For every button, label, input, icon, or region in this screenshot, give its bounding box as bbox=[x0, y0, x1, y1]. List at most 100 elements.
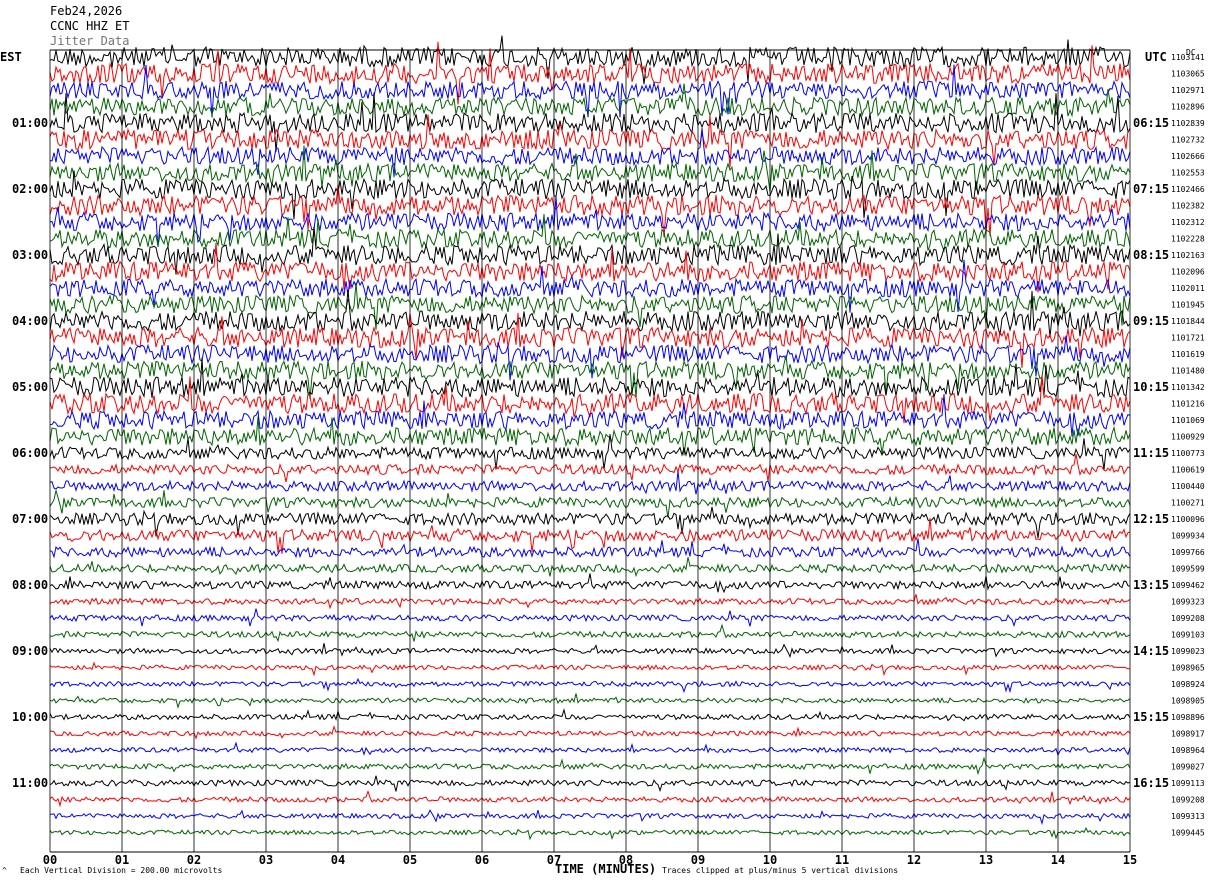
dc-offset-label: 1101342 bbox=[1171, 383, 1205, 392]
seismic-trace bbox=[49, 756, 1131, 776]
left-hour-label: 08:00 bbox=[12, 578, 48, 592]
seismic-trace bbox=[49, 185, 1131, 238]
left-hour-label: 11:00 bbox=[12, 776, 48, 790]
seismic-trace bbox=[49, 707, 1131, 722]
seismic-trace bbox=[49, 64, 1131, 118]
dc-offset-label: 1100773 bbox=[1171, 449, 1205, 458]
overlay-text: Jitter Data bbox=[50, 34, 130, 48]
left-hour-label: 05:00 bbox=[12, 380, 48, 394]
right-hour-label: 08:15 bbox=[1133, 248, 1169, 262]
x-tick-label: 00 bbox=[43, 853, 57, 867]
station-label: CCNC HHZ ET bbox=[50, 19, 130, 33]
seismic-trace bbox=[49, 92, 1131, 152]
dc-offset-label: 1099323 bbox=[1171, 598, 1205, 607]
x-tick-label: 09 bbox=[691, 853, 705, 867]
dc-offset-label: 1102163 bbox=[1171, 251, 1205, 260]
left-hour-label: 10:00 bbox=[12, 710, 48, 724]
x-tick-label: 03 bbox=[259, 853, 273, 867]
chart-title: Feb24,2026 bbox=[50, 4, 123, 18]
scale-note: Each Vertical Division = 200.00 microvol… bbox=[20, 866, 223, 875]
dc-offset-label: 1102466 bbox=[1171, 185, 1205, 194]
seismic-trace bbox=[49, 623, 1131, 643]
dc-offset-label: 1102666 bbox=[1171, 152, 1205, 161]
seismic-trace bbox=[49, 490, 1131, 518]
right-hour-label: 13:15 bbox=[1133, 578, 1169, 592]
trace-layer bbox=[49, 35, 1131, 841]
dc-offset-label: 1098964 bbox=[1171, 746, 1205, 755]
seismic-trace bbox=[49, 775, 1131, 793]
right-hour-label: 14:15 bbox=[1133, 644, 1169, 658]
x-tick-label: 13 bbox=[979, 853, 993, 867]
right-hour-label: 09:15 bbox=[1133, 314, 1169, 328]
dc-offset-label: 1099103 bbox=[1171, 631, 1205, 640]
seismic-trace bbox=[49, 290, 1131, 338]
left-hour-label: 06:00 bbox=[12, 446, 48, 460]
dc-offset-label: 1099113 bbox=[1171, 779, 1205, 788]
left-hour-labels: 01:00 02:00 03:00 04:00 05:00 06:00 07:00 08:00… bbox=[12, 116, 48, 790]
dc-offset-label: 1102553 bbox=[1171, 169, 1205, 178]
dc-offset-label: 1099445 bbox=[1171, 829, 1205, 838]
x-tick-label: 01 bbox=[115, 853, 129, 867]
seismic-trace bbox=[49, 282, 1131, 330]
left-hour-label: 02:00 bbox=[12, 182, 48, 196]
seismic-trace bbox=[49, 454, 1131, 483]
corner-mark: ^ bbox=[2, 866, 7, 875]
dc-offset-label: 1102732 bbox=[1171, 136, 1205, 145]
x-tick-label: 02 bbox=[187, 853, 201, 867]
x-axis-title: TIME (MINUTES) bbox=[555, 862, 657, 876]
dc-offset-label: 1099599 bbox=[1171, 565, 1205, 574]
dc-offset-label: 1102839 bbox=[1171, 119, 1205, 128]
dc-offset-label: 1102312 bbox=[1171, 218, 1205, 227]
clip-note: Traces clipped at plus/minus 5 vertical … bbox=[662, 866, 899, 875]
dc-offset-label: 1098965 bbox=[1171, 664, 1205, 673]
dc-offset-label: 1102896 bbox=[1171, 103, 1205, 112]
dc-label: DC bbox=[1186, 48, 1196, 57]
right-hour-label: 15:15 bbox=[1133, 710, 1169, 724]
left-hour-label: 07:00 bbox=[12, 512, 48, 526]
seismic-trace bbox=[49, 128, 1131, 178]
left-hour-label: 03:00 bbox=[12, 248, 48, 262]
seismic-trace bbox=[49, 693, 1131, 709]
seismic-trace bbox=[49, 826, 1131, 841]
left-hour-label: 01:00 bbox=[12, 116, 48, 130]
dc-offset-label: 1102096 bbox=[1171, 268, 1205, 277]
right-hour-label: 11:15 bbox=[1133, 446, 1169, 460]
dc-offset-label: 1100619 bbox=[1171, 466, 1205, 475]
helicorder-plot: 00 01 02 03 04 05 06 07 08 09 10 11 12 13 14 15 01:0002… bbox=[12, 35, 1205, 867]
dc-offset-label: 1100440 bbox=[1171, 482, 1205, 491]
right-hour-label: 06:15 bbox=[1133, 116, 1169, 130]
dc-offset-labels: 1103141110306511029711102896110283911027… bbox=[1171, 53, 1205, 838]
dc-offset-label: 1101216 bbox=[1171, 400, 1205, 409]
dc-offset-label: 1100271 bbox=[1171, 499, 1205, 508]
right-hour-label: 07:15 bbox=[1133, 182, 1169, 196]
dc-offset-label: 1102011 bbox=[1171, 284, 1205, 293]
x-tick-label: 15 bbox=[1123, 853, 1137, 867]
seismic-trace bbox=[49, 538, 1131, 559]
dc-offset-label: 1101619 bbox=[1171, 350, 1205, 359]
dc-offset-label: 1103065 bbox=[1171, 70, 1205, 79]
left-hour-label: 04:00 bbox=[12, 314, 48, 328]
seismic-trace bbox=[49, 470, 1131, 495]
x-tick-label: 12 bbox=[907, 853, 921, 867]
x-tick-label: 14 bbox=[1051, 853, 1065, 867]
x-tick-label: 05 bbox=[403, 853, 417, 867]
seismic-trace bbox=[49, 608, 1131, 628]
seismic-trace bbox=[49, 789, 1131, 808]
right-hour-labels: 06:15 07:15 08:15 09:15 10:15 11:15 12:15 13:15… bbox=[1133, 116, 1169, 790]
dc-offset-label: 1102228 bbox=[1171, 235, 1205, 244]
dc-offset-label: 1102971 bbox=[1171, 86, 1205, 95]
seismic-trace bbox=[49, 434, 1131, 470]
dc-offset-label: 1101844 bbox=[1171, 317, 1205, 326]
dc-offset-label: 1099208 bbox=[1171, 614, 1205, 623]
utc-label: UTC bbox=[1145, 50, 1167, 64]
dc-offset-label: 1098905 bbox=[1171, 697, 1205, 706]
dc-offset-label: 1098896 bbox=[1171, 713, 1205, 722]
seismic-trace bbox=[49, 573, 1131, 594]
right-hour-label: 12:15 bbox=[1133, 512, 1169, 526]
seismic-trace bbox=[49, 355, 1131, 399]
x-tick-label: 04 bbox=[331, 853, 345, 867]
seismic-trace bbox=[49, 809, 1131, 826]
dc-offset-label: 1100096 bbox=[1171, 515, 1205, 524]
x-tick-label: 10 bbox=[763, 853, 777, 867]
dc-offset-label: 1099208 bbox=[1171, 796, 1205, 805]
